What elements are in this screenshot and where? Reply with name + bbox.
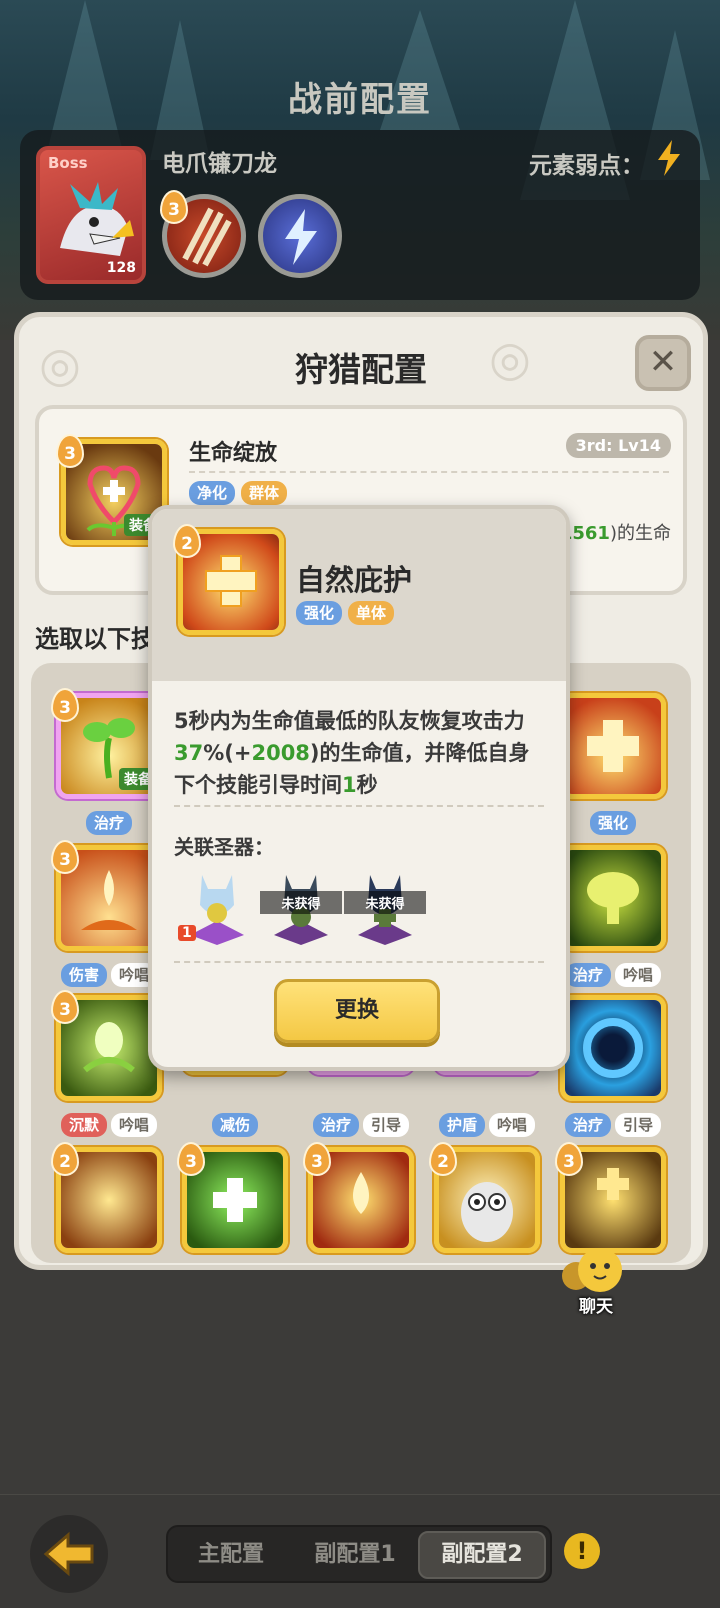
skill-holy-shield-icon[interactable]: 3 <box>555 1142 666 1253</box>
skill-detail-popup: 2 自然庇护 强化 单体 5秒内为生命值最低的队友恢复攻击力37%(+2008)… <box>148 505 570 1071</box>
boss-tag: Boss <box>48 154 88 172</box>
boss-skill-level: 3 <box>160 190 188 224</box>
tag: 强化 <box>589 811 636 835</box>
equipped-skill-desc: 1561)的生命 <box>559 523 671 544</box>
skill-level-badge: 3 <box>51 990 79 1024</box>
tab-sub-config-2[interactable]: 副配置2 <box>418 1531 546 1579</box>
lightning-icon <box>285 209 317 265</box>
bottom-bar: 主配置 副配置1 副配置2 ! <box>0 1494 720 1608</box>
popup-skill-icon: 2 <box>173 524 284 635</box>
warning-icon[interactable]: ! <box>564 1533 600 1569</box>
boss-portrait[interactable]: Boss 128 <box>36 146 146 284</box>
chat-label: 聊天 <box>579 1297 613 1317</box>
tag: 沉默 <box>60 1113 107 1137</box>
tag: 吟唱 <box>489 1113 536 1137</box>
skill-flame-seed-icon[interactable]: 3 <box>51 840 162 951</box>
tag: 治疗 <box>564 1113 611 1137</box>
relic-item[interactable]: 未获得 <box>344 865 426 945</box>
skill-level-badge: 3 <box>51 840 79 874</box>
equipped-skill-name: 生命绽放 <box>189 441 278 466</box>
tag: 减伤 <box>211 1113 258 1137</box>
skill-fire-drop-icon[interactable]: 3 <box>303 1142 414 1253</box>
boss-info-bar: Boss 128 电爪镰刀龙 元素弱点： 3 <box>20 130 700 300</box>
page-title: 战前配置 <box>288 80 432 120</box>
tag: 伤害 <box>60 963 107 987</box>
select-skills-label: 选取以下技 <box>35 625 155 653</box>
tag-boost: 强化 <box>296 601 343 625</box>
skill-green-cross-icon[interactable]: 3 <box>177 1142 288 1253</box>
skill-level-badge: 3 <box>555 1142 583 1176</box>
crescent-vortex-icon <box>583 1018 643 1078</box>
boss-name: 电爪镰刀龙 <box>162 151 277 177</box>
skill-level-badge: 2 <box>173 524 201 558</box>
config-tabs: 主配置 副配置1 副配置2 <box>166 1525 552 1583</box>
panel-title: 狩猎配置 <box>295 350 427 389</box>
close-button[interactable]: ✕ <box>635 335 691 391</box>
back-arrow-icon <box>43 1531 94 1577</box>
relic-item[interactable]: 未获得 <box>260 865 342 945</box>
tag: 治疗 <box>312 1113 359 1137</box>
boss-skill-thunder[interactable] <box>258 194 342 278</box>
popup-skill-name: 自然庇护 <box>296 563 413 597</box>
tag: 治疗 <box>564 963 611 987</box>
tag: 治疗 <box>85 811 132 835</box>
replace-button[interactable]: 更换 <box>274 979 440 1043</box>
back-button[interactable] <box>30 1515 108 1593</box>
equipped-skill-rank: 3rd: Lv14 <box>565 433 671 458</box>
skill-sparkle-icon[interactable]: 2 <box>51 1142 162 1253</box>
related-relics-label: 关联圣器： <box>174 835 274 859</box>
tag: 引导 <box>615 1113 662 1137</box>
tag-group: 群体 <box>241 481 288 505</box>
boss-level: 128 <box>106 260 136 276</box>
tag: 吟唱 <box>615 963 662 987</box>
skill-mushroom-icon[interactable] <box>560 845 666 951</box>
tag: 引导 <box>363 1113 410 1137</box>
skill-vortex-icon[interactable] <box>560 995 666 1101</box>
skill-level-badge: 3 <box>56 434 84 468</box>
mushroom-tree-icon <box>587 872 639 924</box>
divider <box>174 961 544 963</box>
tag-purify: 净化 <box>189 481 236 505</box>
popup-skill-tags: 强化 单体 <box>296 601 395 625</box>
tab-main-config[interactable]: 主配置 <box>170 1531 292 1579</box>
skill-seed-silence-icon[interactable]: 3 <box>51 990 162 1101</box>
chat-button[interactable]: 聊天 <box>560 1246 632 1320</box>
tag: 吟唱 <box>111 1113 158 1137</box>
relic-locked-label: 未获得 <box>344 891 426 914</box>
relic-locked-label: 未获得 <box>260 891 342 914</box>
skill-level-badge: 2 <box>429 1142 457 1176</box>
skill-level-badge: 3 <box>177 1142 205 1176</box>
skill-level-badge: 2 <box>51 1142 79 1176</box>
skill-sprout-heal-icon[interactable]: 3 装备 <box>51 688 162 799</box>
tab-sub-config-1[interactable]: 副配置1 <box>294 1531 416 1579</box>
equipped-skill-tags: 净化 群体 <box>189 481 288 505</box>
tag-single: 单体 <box>348 601 395 625</box>
skill-boost-icon[interactable] <box>560 693 666 799</box>
popup-skill-description: 5秒内为生命值最低的队友恢复攻击力37%(+2008)的生命值，并降低自身下个技… <box>174 709 530 797</box>
divider <box>174 805 544 807</box>
relic-count: 1 <box>178 925 196 941</box>
tag: 护盾 <box>438 1113 485 1137</box>
skill-owl-icon[interactable]: 2 <box>429 1142 540 1253</box>
lightning-icon <box>658 140 680 176</box>
skill-level-badge: 3 <box>303 1142 331 1176</box>
weakness-label: 元素弱点： <box>529 153 644 179</box>
skill-level-badge: 3 <box>51 688 79 722</box>
divider <box>189 471 669 473</box>
dragon-icon <box>60 182 134 256</box>
relic-item[interactable]: 1 <box>178 865 252 945</box>
plus-cross-icon <box>587 720 639 772</box>
